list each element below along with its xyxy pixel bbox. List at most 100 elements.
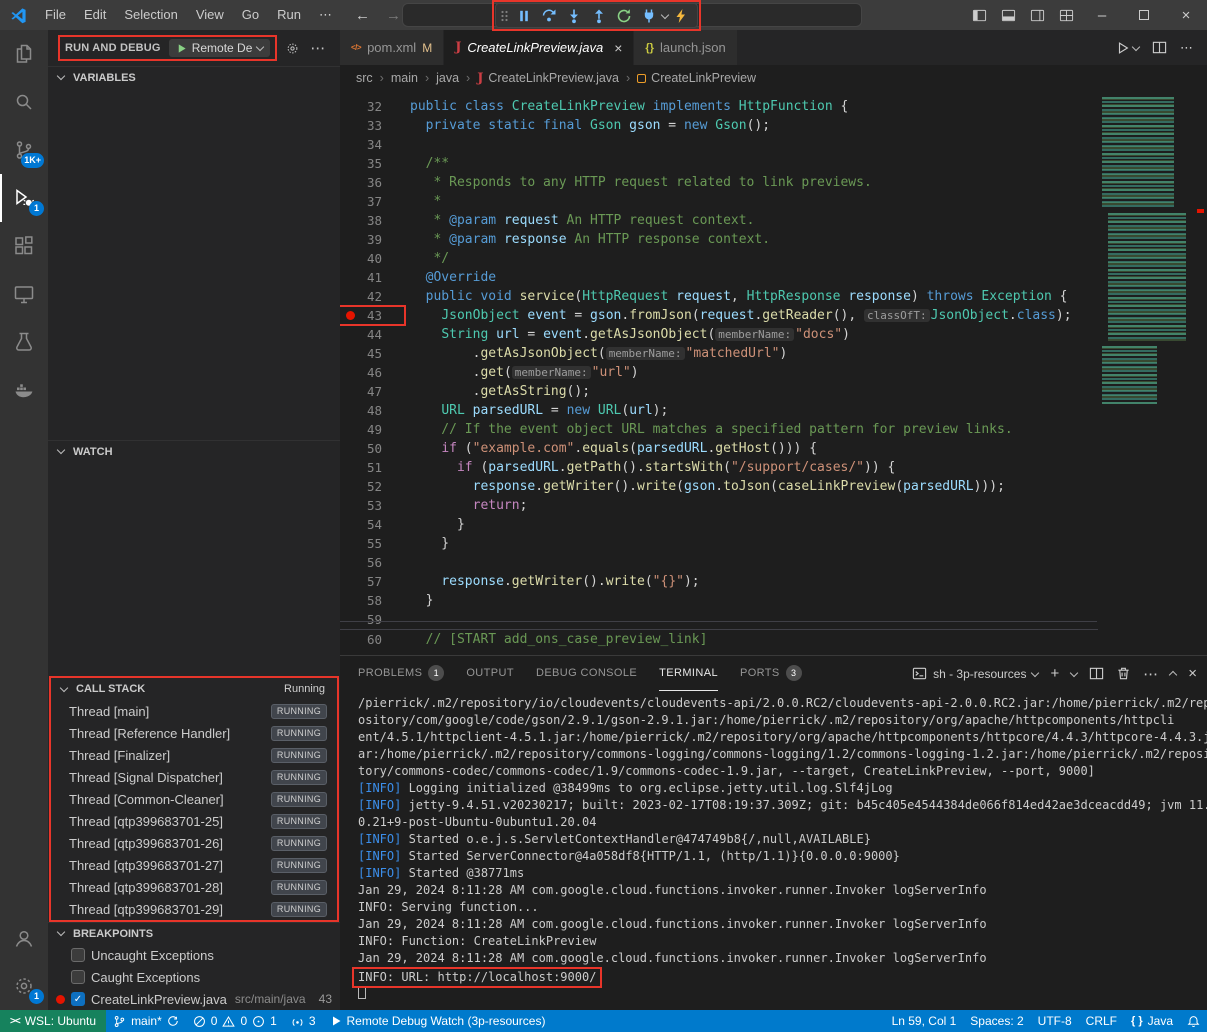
variables-section-header[interactable]: VARIABLES	[48, 66, 340, 88]
close-window-button[interactable]: ×	[1165, 0, 1207, 30]
pause-button[interactable]	[512, 4, 536, 27]
indentation[interactable]: Spaces: 2	[963, 1010, 1030, 1032]
customize-layout-icon[interactable]	[1059, 8, 1074, 23]
split-editor-icon[interactable]	[1152, 40, 1167, 55]
toggle-panel-icon[interactable]	[1001, 8, 1016, 23]
callstack-thread[interactable]: Thread [qtp399683701-25]RUNNING	[51, 810, 337, 832]
menu-edit[interactable]: Edit	[75, 0, 115, 30]
go-back-icon[interactable]: ←	[347, 7, 378, 24]
callstack-thread[interactable]: Thread [qtp399683701-28]RUNNING	[51, 876, 337, 898]
tab-pom.xml[interactable]: </>pom.xmlM	[340, 30, 444, 65]
menu-go[interactable]: Go	[233, 0, 268, 30]
step-into-button[interactable]	[562, 4, 586, 27]
step-out-button[interactable]	[587, 4, 611, 27]
disconnect-dropdown-icon[interactable]	[661, 10, 669, 18]
callstack-thread[interactable]: Thread [Finalizer]RUNNING	[51, 744, 337, 766]
callstack-thread[interactable]: Thread [main]RUNNING	[51, 700, 337, 722]
terminal-selector[interactable]: sh - 3p-resources	[912, 666, 1038, 681]
editor-more-actions-icon[interactable]: ⋯	[1180, 40, 1193, 56]
panel-more-actions-icon[interactable]: ⋯	[1143, 665, 1158, 683]
minimize-button[interactable]: –	[1081, 0, 1123, 30]
panel-tab-problems[interactable]: PROBLEMS1	[358, 656, 444, 691]
breakpoints-section-header[interactable]: BREAKPOINTS	[48, 922, 340, 944]
breadcrumb-item[interactable]: src	[356, 71, 373, 85]
disconnect-button[interactable]	[637, 4, 661, 27]
breadcrumb-item[interactable]: CreateLinkPreview	[637, 71, 756, 85]
watch-section-header[interactable]: WATCH	[48, 440, 340, 462]
terminal-output[interactable]: /pierrick/.m2/repository/io/cloudevents/…	[340, 691, 1207, 1010]
breakpoint-checkbox[interactable]	[71, 970, 85, 984]
panel-tab-output[interactable]: OUTPUT	[466, 656, 514, 691]
callstack-thread[interactable]: Thread [Common-Cleaner]RUNNING	[51, 788, 337, 810]
branch-indicator[interactable]: main*	[106, 1010, 186, 1032]
breakpoint-checkbox[interactable]	[71, 948, 85, 962]
sidebar-more-actions-icon[interactable]: ⋯	[310, 39, 325, 57]
menu-overflow[interactable]: ⋯	[310, 0, 341, 30]
breadcrumb-item[interactable]: JCreateLinkPreview.java	[477, 71, 619, 86]
panel-tab-ports[interactable]: PORTS3	[740, 656, 802, 691]
eol-selector[interactable]: CRLF	[1079, 1010, 1124, 1032]
disconnect-plug-icon	[641, 8, 657, 24]
breadcrumb-item[interactable]: main	[391, 71, 418, 85]
activity-explorer[interactable]	[0, 30, 48, 78]
breakpoint-row[interactable]: Uncaught Exceptions	[48, 944, 340, 966]
breakpoint-row[interactable]: ✓CreateLinkPreview.javasrc/main/java43	[48, 988, 340, 1010]
close-panel-icon[interactable]: ×	[1188, 665, 1197, 682]
activity-settings[interactable]: 1	[0, 962, 48, 1010]
maximize-button[interactable]	[1123, 0, 1165, 30]
callstack-thread[interactable]: Thread [Signal Dispatcher]RUNNING	[51, 766, 337, 788]
menu-view[interactable]: View	[187, 0, 233, 30]
activity-extensions[interactable]	[0, 222, 48, 270]
activity-testing[interactable]	[0, 318, 48, 366]
callstack-thread[interactable]: Thread [qtp399683701-27]RUNNING	[51, 854, 337, 876]
activity-docker[interactable]	[0, 366, 48, 414]
toggle-sidebar-icon[interactable]	[972, 8, 987, 23]
callstack-thread[interactable]: Thread [qtp399683701-29]RUNNING	[51, 898, 337, 920]
split-terminal-icon[interactable]	[1089, 666, 1104, 681]
maximize-panel-icon[interactable]	[1169, 671, 1177, 679]
restart-button[interactable]	[612, 4, 636, 27]
activity-accounts[interactable]	[0, 914, 48, 962]
callstack-thread[interactable]: Thread [qtp399683701-26]RUNNING	[51, 832, 337, 854]
drag-grip-icon[interactable]	[500, 7, 509, 25]
breadcrumb-item[interactable]: java	[436, 71, 459, 85]
tab-launch.json[interactable]: {}launch.json	[634, 30, 737, 65]
toggle-secondary-sidebar-icon[interactable]	[1030, 8, 1045, 23]
debug-status[interactable]: Remote Debug Watch (3p-resources)	[323, 1010, 553, 1032]
debug-config-dropdown[interactable]: Remote De	[169, 39, 271, 57]
activity-run-and-debug[interactable]: 1	[0, 174, 48, 222]
overview-ruler[interactable]	[1193, 91, 1207, 655]
breakpoint-checkbox[interactable]: ✓	[71, 992, 85, 1006]
new-terminal-button[interactable]: +	[1050, 665, 1059, 682]
terminal-dropdown-icon[interactable]	[1070, 668, 1078, 676]
callstack-thread[interactable]: Thread [Reference Handler]RUNNING	[51, 722, 337, 744]
debug-settings-gear-icon[interactable]	[285, 41, 300, 56]
menu-selection[interactable]: Selection	[115, 0, 186, 30]
menu-file[interactable]: File	[36, 0, 75, 30]
problems-indicator[interactable]: 0 0 1	[186, 1010, 284, 1032]
trash-icon	[1116, 666, 1131, 681]
run-java-button[interactable]	[1116, 41, 1139, 55]
kill-terminal-icon[interactable]	[1116, 666, 1131, 681]
encoding[interactable]: UTF-8	[1031, 1010, 1079, 1032]
minimap[interactable]	[1098, 91, 1193, 655]
breakpoint-row[interactable]: Caught Exceptions	[48, 966, 340, 988]
close-tab-icon[interactable]: ×	[614, 40, 622, 56]
language-mode[interactable]: { }Java	[1124, 1010, 1180, 1032]
cursor-position[interactable]: Ln 59, Col 1	[885, 1010, 964, 1032]
code-editor[interactable]: 32public class CreateLinkPreview impleme…	[340, 91, 1207, 655]
activity-source-control[interactable]: 1K+	[0, 126, 48, 174]
call-stack-section-header[interactable]: CALL STACK Running	[51, 678, 337, 700]
activity-remote-explorer[interactable]	[0, 270, 48, 318]
code-text: // [START add_ons_case_preview_link]	[410, 630, 707, 648]
panel-tab-debug-console[interactable]: DEBUG CONSOLE	[536, 656, 637, 691]
remote-indicator[interactable]: >< WSL: Ubuntu	[0, 1010, 106, 1032]
hot-code-replace-button[interactable]	[669, 4, 693, 27]
notifications-bell[interactable]	[1180, 1010, 1207, 1032]
tab-CreateLinkPreview.java[interactable]: JCreateLinkPreview.java×	[444, 30, 634, 65]
ports-indicator[interactable]: 3	[284, 1010, 323, 1032]
panel-tab-terminal[interactable]: TERMINAL	[659, 656, 718, 691]
step-over-button[interactable]	[537, 4, 561, 27]
activity-search[interactable]	[0, 78, 48, 126]
menu-run[interactable]: Run	[268, 0, 310, 30]
